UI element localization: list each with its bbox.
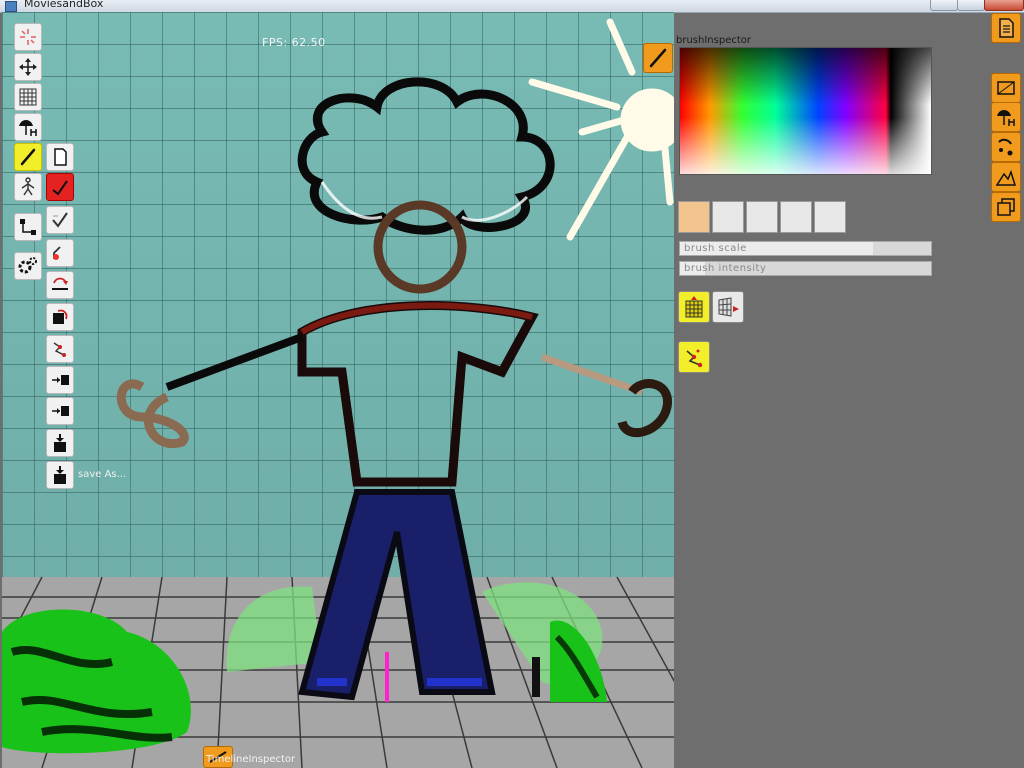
grid-icon [19, 88, 37, 106]
close-button[interactable] [984, 0, 1024, 11]
move-tool-button[interactable] [14, 53, 42, 81]
page-list-icon [999, 18, 1014, 38]
save-icon [54, 434, 66, 452]
page-list-button[interactable] [991, 13, 1021, 43]
merge-left-icon [52, 406, 69, 416]
layer-icon [997, 81, 1015, 95]
settings-button[interactable] [14, 252, 42, 280]
maximize-button[interactable] [957, 0, 985, 11]
layer-button[interactable] [991, 73, 1021, 103]
pen-curve-tool-button[interactable] [46, 206, 74, 234]
color-swatch-4[interactable] [780, 201, 812, 233]
scene-viewport[interactable]: FPS: 62.50 [2, 12, 674, 768]
color-swatch-5[interactable] [814, 201, 846, 233]
flip-icon [52, 277, 68, 290]
bone-icon [20, 219, 36, 235]
duplicate-icon [997, 198, 1015, 216]
merge-left-tool-button-2[interactable] [46, 397, 74, 425]
move-icon [19, 58, 37, 76]
flip-tool-button[interactable] [46, 271, 74, 299]
scatter-icon [53, 342, 66, 357]
window-title: MoviesandBox [24, 0, 104, 10]
parachute-icon [19, 120, 37, 136]
brush-scale-label: brush scale [684, 243, 747, 254]
brush-inspector-toggle[interactable] [643, 43, 673, 73]
scatter-tool-button[interactable] [46, 335, 74, 363]
save-as-label: save As... [78, 469, 127, 480]
merge-left-tool-button-1[interactable] [46, 366, 74, 394]
brush-inspector-title: brushInspector [676, 35, 751, 46]
parachute-icon [997, 110, 1015, 126]
merge-left-icon [52, 375, 69, 385]
color-swatch-2[interactable] [712, 201, 744, 233]
save-button[interactable] [46, 429, 74, 457]
settings-icon [18, 257, 37, 274]
mountain-icon [995, 169, 1017, 186]
page-tool-button[interactable] [46, 143, 74, 171]
parachute-tool-button[interactable] [14, 113, 42, 141]
scatter-brush-button[interactable] [678, 341, 710, 373]
color-swatch-1[interactable] [678, 201, 710, 233]
color-swatch-3[interactable] [746, 201, 778, 233]
bone-tool-button[interactable] [14, 213, 42, 241]
grid-tool-button[interactable] [14, 83, 42, 111]
timeline-inspector-title: TimelineInspector [206, 754, 296, 765]
brush-intensity-slider[interactable]: brush intensity [679, 261, 932, 276]
rotate-tool-button[interactable] [46, 303, 74, 331]
rotate-icon [53, 309, 68, 324]
paint-button[interactable] [991, 132, 1021, 162]
parachute-button[interactable] [991, 102, 1021, 132]
pick-tool-button[interactable] [46, 239, 74, 267]
draw-red-icon [52, 180, 68, 196]
select-icon [20, 29, 36, 45]
small-figure [532, 657, 540, 697]
grid-project-icon [718, 297, 739, 317]
scene-canvas [2, 12, 674, 768]
grid-project-button[interactable] [712, 291, 744, 323]
fps-counter: FPS: 62.50 [262, 36, 326, 49]
pick-icon [53, 246, 61, 260]
select-tool-button[interactable] [14, 23, 42, 51]
draw-red-tool-button[interactable] [46, 173, 74, 201]
brush-intensity-label: brush intensity [684, 263, 767, 274]
skeleton-icon [21, 177, 35, 196]
paint-icon [998, 138, 1013, 156]
scatter-icon [686, 349, 703, 368]
skeleton-tool-button[interactable] [14, 173, 42, 201]
save-as-button[interactable] [46, 461, 74, 489]
brush-tool-button[interactable] [14, 143, 42, 171]
grid-paint-icon [685, 296, 703, 318]
minimize-button[interactable] [930, 0, 958, 11]
save-as-icon [54, 466, 66, 484]
brush-icon [649, 48, 667, 68]
page-icon [54, 148, 67, 166]
brush-scale-slider[interactable]: brush scale [679, 241, 932, 256]
grid-paint-button[interactable] [678, 291, 710, 323]
pen-curve-icon [52, 212, 68, 228]
app-icon [5, 1, 17, 12]
color-palette[interactable] [679, 47, 932, 175]
duplicate-button[interactable] [991, 192, 1021, 222]
mountain-button[interactable] [991, 162, 1021, 192]
brush-icon [20, 148, 36, 166]
